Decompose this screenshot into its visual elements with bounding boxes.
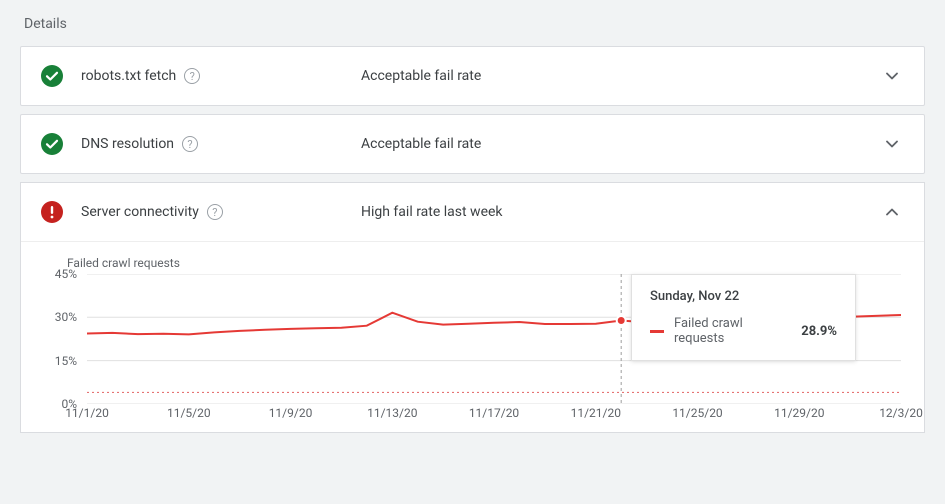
chart-area: Failed crawl requests 45% 30% 15% 0% <box>21 242 924 432</box>
y-tick: 15% <box>55 354 77 368</box>
tooltip-value: 28.9% <box>801 324 837 339</box>
chevron-down-icon <box>880 137 904 151</box>
help-icon[interactable]: ? <box>184 68 200 84</box>
chart-title: Failed crawl requests <box>67 256 904 270</box>
row-status: High fail rate last week <box>361 204 880 220</box>
details-row-dns[interactable]: DNS resolution ? Acceptable fail rate <box>21 115 924 173</box>
row-label: Server connectivity <box>81 204 199 220</box>
details-row-server-expanded: Server connectivity ? High fail rate las… <box>20 182 925 433</box>
x-tick: 11/17/20 <box>469 406 519 420</box>
y-tick: 45% <box>55 267 77 281</box>
x-tick: 11/5/20 <box>167 406 211 420</box>
tooltip-series-swatch <box>650 330 664 333</box>
x-tick: 11/25/20 <box>672 406 722 420</box>
section-title: Details <box>24 16 925 32</box>
chevron-down-icon <box>880 69 904 83</box>
row-status: Acceptable fail rate <box>361 136 880 152</box>
x-tick: 11/1/20 <box>65 406 109 420</box>
status-ok-icon <box>41 133 81 155</box>
x-tick: 11/29/20 <box>774 406 824 420</box>
x-tick: 12/3/20 <box>879 406 923 420</box>
details-row-server[interactable]: Server connectivity ? High fail rate las… <box>21 183 924 242</box>
row-label: DNS resolution <box>81 136 174 152</box>
chart-tooltip: Sunday, Nov 22 Failed crawl requests 28.… <box>631 274 856 361</box>
status-ok-icon <box>41 65 81 87</box>
row-label: robots.txt fetch <box>81 68 176 84</box>
x-tick: 11/13/20 <box>367 406 417 420</box>
help-icon[interactable]: ? <box>207 204 223 220</box>
y-tick: 30% <box>55 310 77 324</box>
help-icon[interactable]: ? <box>182 136 198 152</box>
x-axis: 11/1/2011/5/2011/9/2011/13/2011/17/2011/… <box>87 406 901 424</box>
status-error-icon <box>41 201 81 223</box>
tooltip-title: Sunday, Nov 22 <box>650 289 837 304</box>
x-tick: 11/21/20 <box>571 406 621 420</box>
tooltip-series-label: Failed crawl requests <box>674 316 793 346</box>
x-tick: 11/9/20 <box>269 406 313 420</box>
y-axis: 45% 30% 15% 0% <box>41 274 83 404</box>
details-row-robots[interactable]: robots.txt fetch ? Acceptable fail rate <box>21 47 924 105</box>
chevron-up-icon <box>880 205 904 219</box>
row-status: Acceptable fail rate <box>361 68 880 84</box>
